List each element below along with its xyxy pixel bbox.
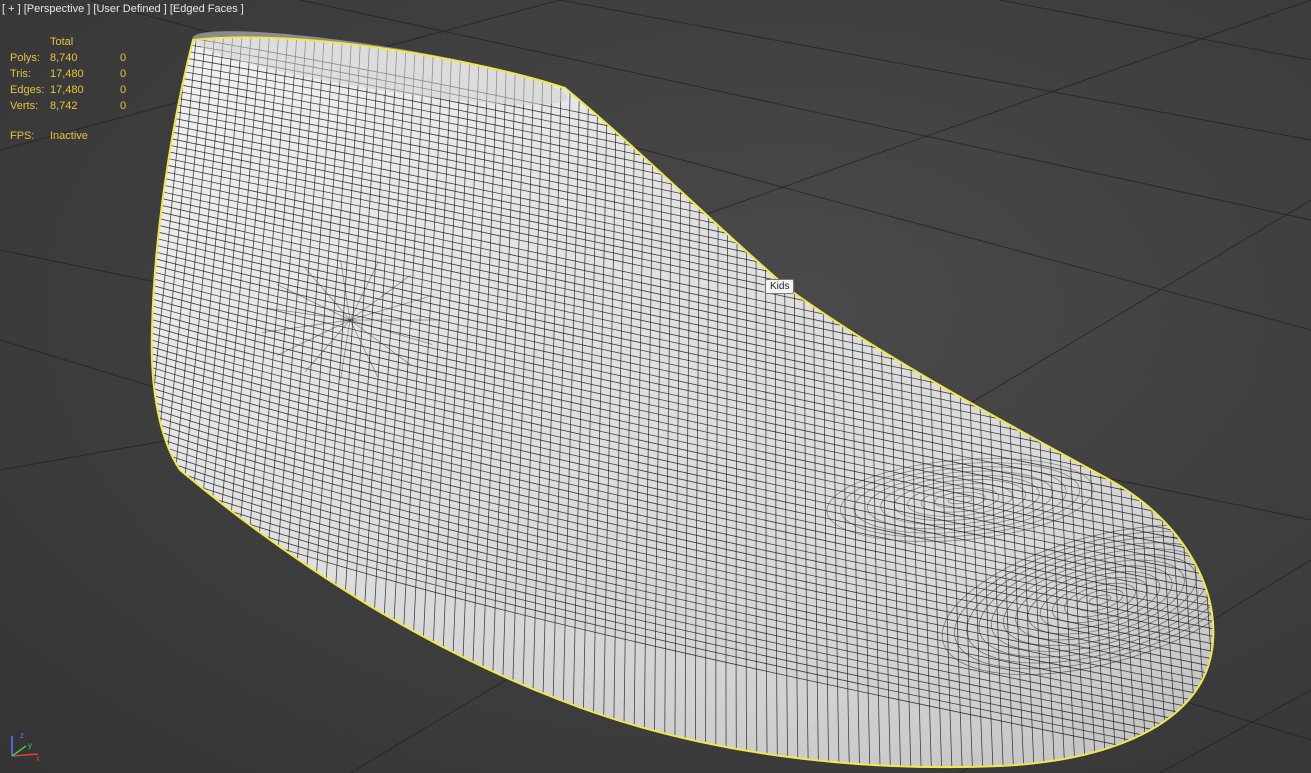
viewport-plus-menu[interactable]: [ + ] xyxy=(2,3,21,15)
stats-label: Tris: xyxy=(10,68,31,80)
stats-selected-value: 0 xyxy=(120,84,127,96)
grid-line xyxy=(0,439,171,471)
axis-z-label: z xyxy=(20,731,24,740)
viewport-display-label[interactable]: [Edged Faces ] xyxy=(170,3,244,15)
stats-total-value: 8,742 xyxy=(50,100,78,112)
shoe-last-mesh[interactable] xyxy=(120,0,1273,773)
fps-value: Inactive xyxy=(50,130,88,142)
viewport-pov-label[interactable]: [Perspective ] xyxy=(24,3,91,15)
stats-total-value: 8,740 xyxy=(50,52,78,64)
stats-label: Polys: xyxy=(10,52,40,64)
axis-x-line xyxy=(11,753,39,757)
stats-total-value: 17,480 xyxy=(50,68,84,80)
fps-label: FPS: xyxy=(10,130,35,142)
axis-tripod-icon: z y x xyxy=(11,731,40,762)
axis-x-label: x xyxy=(36,754,40,762)
stats-total-value: 17,480 xyxy=(50,84,84,96)
axis-y-label: y xyxy=(28,741,32,750)
viewport-label-menu: [ + ] [Perspective ] [User Defined ] [Ed… xyxy=(2,3,244,15)
fps-readout: FPS: Inactive xyxy=(10,130,88,142)
stats-label: Verts: xyxy=(10,100,39,112)
stats-selected-value: 0 xyxy=(120,68,127,80)
stats-label: Edges: xyxy=(10,84,45,96)
viewport-scene[interactable] xyxy=(0,0,1311,773)
stats-selected-value: 0 xyxy=(120,52,127,64)
object-name-tooltip: Kids xyxy=(765,279,795,294)
viewport-shading-label[interactable]: [User Defined ] xyxy=(93,3,166,15)
grid-line xyxy=(559,0,1311,141)
perspective-viewport[interactable]: [ + ] [Perspective ] [User Defined ] [Ed… xyxy=(0,0,1311,773)
stats-selected-value: 0 xyxy=(120,100,127,112)
grid-line xyxy=(689,0,1311,221)
grid-line xyxy=(999,0,1311,61)
stats-total-header: Total xyxy=(50,36,74,48)
